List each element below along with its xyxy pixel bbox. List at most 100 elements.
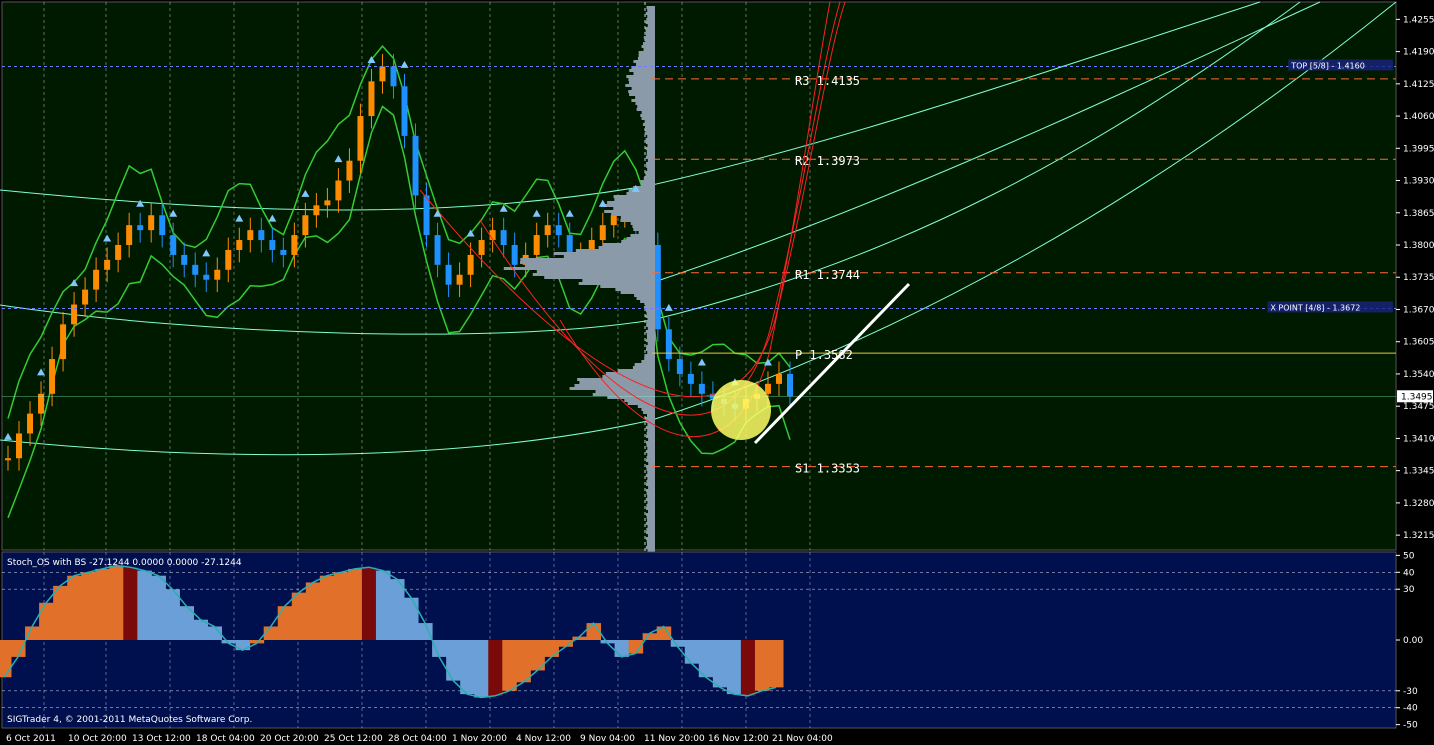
stoch-bar	[0, 640, 12, 678]
profile-bar	[628, 90, 655, 93]
profile-bar	[646, 321, 655, 324]
price-tick-label: 1.3605	[1403, 338, 1434, 348]
profile-bar	[645, 459, 655, 462]
candle-body	[456, 274, 463, 285]
profile-bar	[645, 489, 655, 492]
profile-bar	[646, 480, 655, 483]
candle-body	[467, 254, 474, 275]
profile-bar	[626, 237, 655, 240]
price-tick-label: 1.3475	[1403, 402, 1434, 412]
profile-bar	[640, 180, 655, 183]
price-tick-label: 1.3215	[1403, 531, 1434, 541]
profile-bar	[648, 510, 655, 513]
stoch-bar	[67, 575, 82, 640]
stoch-bar	[404, 597, 419, 640]
candle-body	[544, 225, 551, 236]
stoch-bar	[123, 567, 138, 640]
stoch-bar	[137, 570, 152, 640]
candle-body	[665, 329, 672, 360]
time-tick-label: 18 Oct 04:00	[196, 734, 255, 744]
profile-bar	[647, 168, 655, 171]
candle-body	[335, 180, 342, 201]
stoch-bar	[390, 579, 405, 640]
profile-bar	[644, 132, 655, 135]
profile-bar	[621, 240, 655, 243]
candle-body	[93, 269, 100, 290]
time-tick-label: 9 Nov 04:00	[580, 734, 635, 744]
profile-bar	[644, 171, 655, 174]
stoch-bar	[488, 640, 503, 696]
candle-body	[654, 245, 661, 330]
candle-body	[445, 264, 452, 285]
profile-bar	[582, 279, 655, 282]
price-tick-label: 1.3410	[1403, 434, 1434, 444]
profile-bar	[646, 336, 655, 339]
stoch-bar	[768, 640, 784, 688]
time-axis: 6 Oct 2011 10 Oct 20:00 13 Oct 12:00 18 Oct…	[6, 734, 833, 744]
stoch-bar	[375, 570, 391, 640]
time-tick-label: 6 Oct 2011	[6, 734, 56, 744]
stoch-bar	[446, 640, 461, 681]
candle-body	[60, 324, 67, 360]
profile-bar	[634, 294, 655, 297]
profile-bar	[645, 426, 655, 429]
profile-bar	[646, 528, 655, 531]
profile-bar	[642, 123, 655, 126]
profile-bar	[647, 15, 655, 18]
candle-body	[49, 359, 56, 394]
profile-bar	[645, 12, 655, 15]
profile-bar	[646, 531, 655, 534]
profile-bar	[641, 183, 655, 186]
profile-bar	[605, 372, 655, 375]
profile-bar	[645, 156, 655, 159]
time-tick-label: 1 Nov 20:00	[452, 734, 507, 744]
profile-bar	[600, 285, 655, 288]
profile-bar	[631, 87, 655, 90]
stoch-bar	[305, 582, 321, 640]
profile-bar	[620, 291, 655, 294]
profile-bar	[643, 48, 655, 51]
pivot-label: R3 1.4135	[795, 74, 860, 88]
profile-bar	[644, 354, 655, 357]
profile-bar	[648, 462, 655, 465]
profile-bar	[646, 516, 655, 519]
profile-bar	[645, 21, 655, 24]
profile-bar	[617, 369, 655, 372]
profile-bar	[645, 303, 655, 306]
murrey-label: TOP [5/8] - 1.4160	[1290, 61, 1365, 70]
profile-bar	[602, 243, 655, 246]
profile-bar	[643, 42, 655, 45]
candle-body	[379, 66, 386, 82]
price-tick-label: 1.4125	[1403, 80, 1434, 90]
profile-bar	[604, 210, 655, 213]
stoch-bar	[460, 640, 475, 695]
stoch-bar	[740, 640, 756, 696]
indicator-tick-label: 30	[1403, 585, 1415, 595]
profile-bar	[628, 78, 655, 81]
profile-bar	[636, 297, 655, 300]
stoch-bar	[11, 640, 26, 657]
chart-window: TOP [5/8] - 1.4160 X POINT [4/8] - 1.3672…	[0, 1, 1434, 744]
profile-bar	[641, 117, 655, 120]
profile-bar	[647, 342, 655, 345]
profile-bar	[648, 486, 655, 489]
time-tick-label: 4 Nov 12:00	[516, 734, 571, 744]
profile-bar	[645, 309, 655, 312]
profile-bar	[544, 276, 655, 279]
profile-bar	[563, 255, 655, 258]
candle-body	[126, 225, 133, 246]
profile-bar	[611, 213, 655, 216]
profile-bar	[503, 267, 655, 270]
candle-body	[500, 230, 507, 246]
profile-bar	[579, 381, 655, 384]
price-tick-label: 1.3280	[1403, 499, 1434, 509]
indicator-tick-label: 50	[1403, 551, 1415, 561]
profile-bar	[646, 324, 655, 327]
price-tick-label: 1.4190	[1403, 48, 1434, 58]
candle-body	[280, 249, 287, 255]
profile-bar	[613, 195, 655, 198]
profile-bar	[633, 60, 655, 63]
stoch-bar	[502, 640, 517, 691]
profile-bar	[646, 468, 655, 471]
profile-bar	[636, 108, 655, 111]
